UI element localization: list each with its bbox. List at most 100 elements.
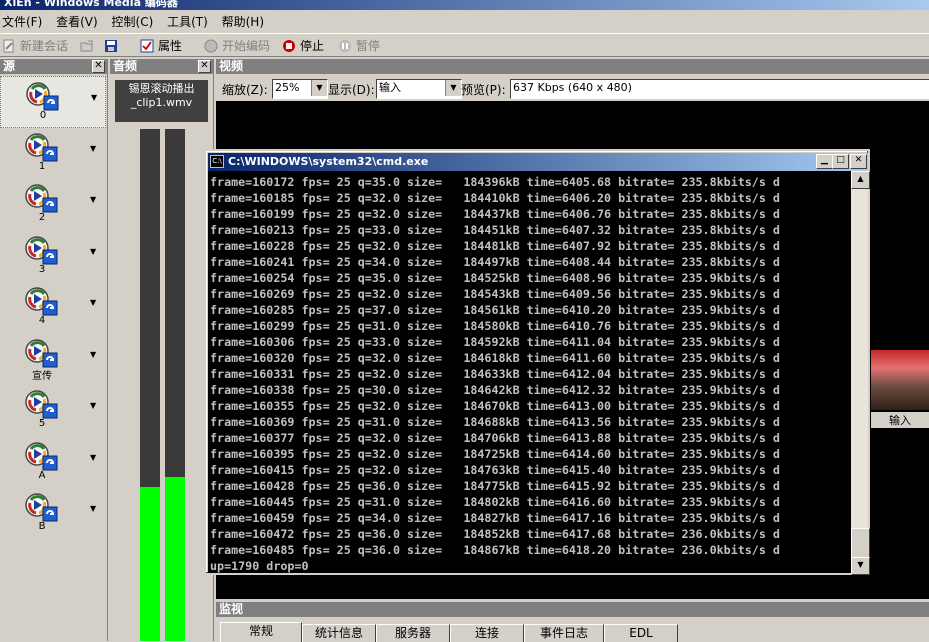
source-label: B — [38, 521, 46, 532]
chevron-down-icon[interactable]: ▼ — [90, 195, 96, 204]
source-item[interactable]: 2 ▼ — [0, 179, 104, 229]
chevron-down-icon[interactable]: ▼ — [90, 350, 96, 359]
chevron-down-icon[interactable]: ▼ — [445, 80, 461, 96]
preview-select[interactable]: 637 Kbps (640 x 480) — [510, 79, 929, 99]
new-session-icon — [3, 39, 14, 53]
cmd-line: frame=160485 fps= 25 q=36.0 size= 184867… — [210, 543, 780, 557]
audio-meter-right-fill — [165, 477, 185, 641]
chevron-down-icon[interactable]: ▼ — [90, 298, 96, 307]
cmd-line: frame=160241 fps= 25 q=34.0 size= 184497… — [210, 255, 780, 269]
source-label: 2 — [38, 212, 46, 223]
cmd-line: frame=160415 fps= 25 q=32.0 size= 184763… — [210, 463, 780, 477]
pause-label: 暂停 — [356, 39, 381, 53]
chevron-down-icon[interactable]: ▼ — [90, 144, 96, 153]
tab-general[interactable]: 常规 — [220, 622, 302, 642]
source-label: 4 — [38, 315, 46, 326]
save-button[interactable] — [104, 37, 122, 55]
zoom-label: 缩放(Z): — [222, 83, 268, 97]
zoom-select[interactable]: 25% ▼ — [272, 79, 328, 99]
sources-panel-title: 源 — [3, 59, 16, 73]
properties-label: 属性 — [158, 39, 183, 53]
tab-statistics[interactable]: 统计信息 — [302, 624, 376, 642]
cmd-line: frame=160213 fps= 25 q=33.0 size= 184451… — [210, 223, 780, 237]
source-icon — [26, 82, 59, 111]
menu-view[interactable]: 查看(V) — [56, 13, 98, 30]
menu-control[interactable]: 控制(C) — [112, 13, 154, 30]
scroll-down-icon[interactable]: ▼ — [851, 557, 870, 575]
source-label: 0 — [39, 110, 47, 121]
preview-value: 637 Kbps (640 x 480) — [513, 81, 632, 94]
menu-file[interactable]: 文件(F) — [2, 13, 42, 30]
cmd-output: frame=160172 fps= 25 q=35.0 size= 184396… — [208, 171, 851, 573]
cmd-line: frame=160338 fps= 25 q=30.0 size= 184642… — [210, 383, 780, 397]
new-session-label: 新建会话 — [20, 39, 69, 53]
source-icon — [25, 132, 58, 161]
audio-source-name: 锡恩滚动播出_clip1.wmv — [115, 80, 208, 122]
open-icon — [80, 40, 93, 52]
app-title-bar: XiEn - Windows Media 编码器 — [0, 0, 929, 10]
new-session-button[interactable]: 新建会话 — [2, 37, 68, 55]
source-item[interactable]: 3 ▼ — [0, 231, 104, 281]
chevron-down-icon[interactable]: ▼ — [90, 453, 96, 462]
source-item[interactable]: 0 ▼ — [0, 76, 106, 128]
cmd-line: frame=160355 fps= 25 q=32.0 size= 184670… — [210, 399, 780, 413]
close-icon[interactable]: ✕ — [92, 60, 105, 73]
menu-tools[interactable]: 工具(T) — [167, 13, 208, 30]
close-icon[interactable]: ✕ — [850, 154, 867, 169]
cmd-title: C:\WINDOWS\system32\cmd.exe — [228, 155, 429, 168]
chevron-down-icon[interactable]: ▼ — [90, 247, 96, 256]
chevron-down-icon[interactable]: ▼ — [90, 401, 96, 410]
source-item[interactable]: 宣传 ▼ — [0, 334, 104, 384]
chevron-down-icon[interactable]: ▼ — [90, 504, 96, 513]
tab-edl[interactable]: EDL — [604, 624, 678, 642]
tab-event-log[interactable]: 事件日志 — [524, 624, 604, 642]
cmd-title-bar[interactable]: C:\WINDOWS\system32\cmd.exe — [208, 153, 868, 171]
input-thumbnail-label: 输入 — [871, 412, 929, 428]
source-label: 3 — [38, 263, 46, 275]
cmd-icon[interactable]: C:\ — [210, 155, 224, 168]
source-item[interactable]: 4 ▼ — [0, 282, 104, 332]
cmd-line: frame=160254 fps= 25 q=35.0 size= 184525… — [210, 271, 780, 285]
source-item[interactable]: 5 ▼ — [0, 385, 104, 435]
source-label: 宣传 — [32, 370, 52, 382]
minimize-icon[interactable]: ▁ — [816, 154, 833, 169]
close-icon[interactable]: ✕ — [198, 60, 211, 73]
tab-connection[interactable]: 连接 — [450, 624, 524, 642]
source-item[interactable]: A ▼ — [0, 437, 104, 487]
cmd-line: frame=160331 fps= 25 q=32.0 size= 184633… — [210, 367, 780, 381]
cmd-line: frame=160185 fps= 25 q=32.0 size= 184410… — [210, 191, 780, 205]
zoom-value: 25% — [275, 81, 300, 94]
pause-button[interactable]: 暂停 — [338, 37, 380, 55]
cmd-line: up=1790 drop=0 — [210, 559, 309, 573]
properties-button[interactable]: 属性 — [140, 37, 182, 55]
source-item[interactable]: B ▼ — [0, 488, 104, 538]
open-button[interactable] — [80, 37, 98, 55]
display-label: 显示(D): — [328, 83, 375, 97]
menu-help[interactable]: 帮助(H) — [222, 13, 264, 30]
properties-icon — [140, 39, 154, 53]
start-encoding-label: 开始编码 — [222, 39, 271, 53]
scroll-thumb[interactable] — [851, 528, 870, 558]
start-encoding-button[interactable]: 开始编码 — [204, 37, 270, 55]
sources-panel-header: 源 ✕ — [0, 59, 107, 74]
display-select[interactable]: 输入 ▼ — [376, 79, 462, 99]
tab-server[interactable]: 服务器 — [376, 624, 450, 642]
maximize-icon[interactable]: □ — [832, 154, 849, 169]
source-label: 1 — [38, 160, 46, 172]
cmd-line: frame=160269 fps= 25 q=32.0 size= 184543… — [210, 287, 780, 301]
chevron-down-icon[interactable]: ▼ — [91, 93, 97, 102]
save-icon — [105, 40, 117, 52]
source-item[interactable]: 1 ▼ — [0, 128, 104, 178]
stop-icon — [283, 40, 295, 52]
cmd-line: frame=160395 fps= 25 q=32.0 size= 184725… — [210, 447, 780, 461]
cmd-window[interactable]: C:\WINDOWS\system32\cmd.exe C:\ ▁ □ ✕ fr… — [204, 149, 870, 575]
chevron-down-icon[interactable]: ▼ — [311, 80, 327, 96]
cmd-line: frame=160285 fps= 25 q=37.0 size= 184561… — [210, 303, 780, 317]
cmd-line: frame=160199 fps= 25 q=32.0 size= 184437… — [210, 207, 780, 221]
scroll-up-icon[interactable]: ▲ — [851, 171, 870, 189]
stop-button[interactable]: 停止 — [282, 37, 324, 55]
cmd-line: frame=160299 fps= 25 q=31.0 size= 184580… — [210, 319, 780, 333]
cmd-line: frame=160369 fps= 25 q=31.0 size= 184688… — [210, 415, 780, 429]
input-thumbnail[interactable] — [871, 350, 929, 410]
cmd-scrollbar[interactable]: ▲ ▼ — [851, 171, 870, 575]
